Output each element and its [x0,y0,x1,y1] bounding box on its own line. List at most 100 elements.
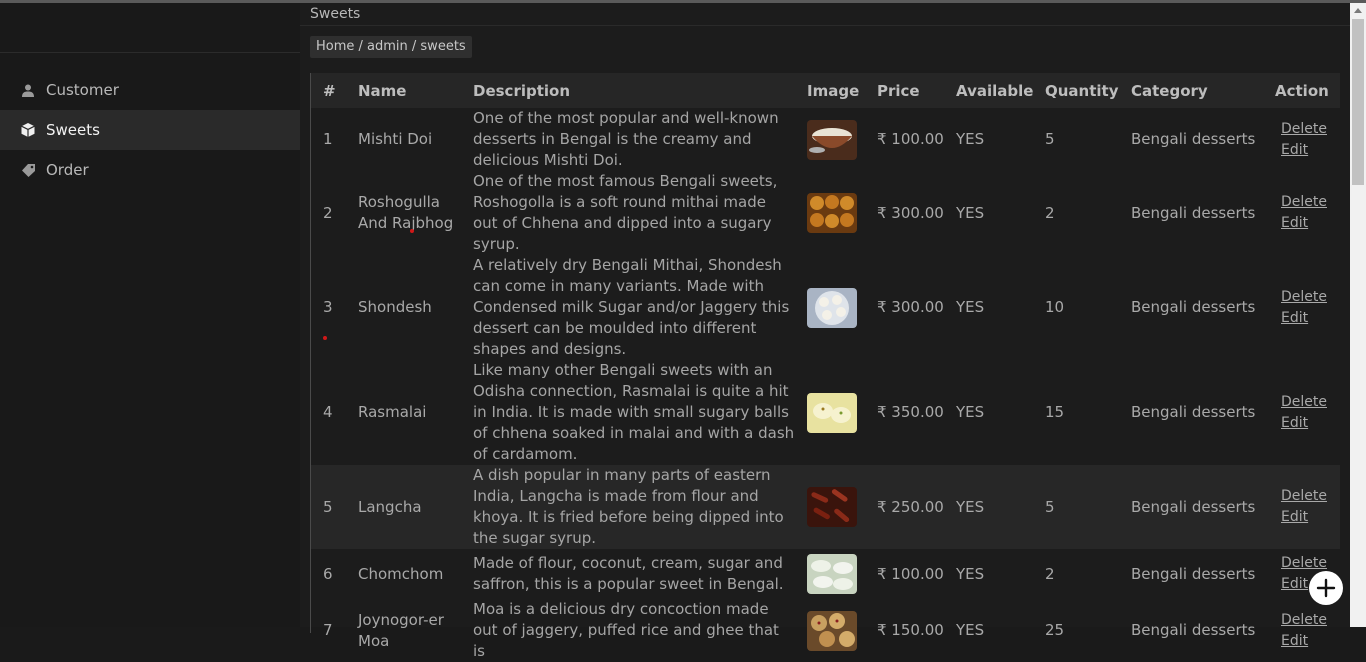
sidebar: Customer Sweets Order [0,3,300,627]
marker-dot [323,336,327,340]
cell-quantity: 2 [1045,203,1055,222]
cell-category: Bengali desserts [1131,298,1256,316]
sweets-table-container: # Name Description Image Price Available… [310,73,1340,660]
delete-link[interactable]: Delete [1281,287,1340,308]
cell-action: Delete Edit [1263,171,1340,255]
cell-available: YES [956,130,985,148]
cell-category: Bengali desserts [1131,564,1256,583]
cell-image [795,549,865,599]
edit-link[interactable]: Edit [1281,140,1340,161]
cell-image [795,599,865,662]
cell-quantity: 5 [1045,130,1055,148]
shondesh-image [807,287,857,328]
cell-name: Langcha [358,497,422,516]
sidebar-item-label: Sweets [46,121,100,139]
sidebar-item-order[interactable]: Order [0,150,300,190]
breadcrumb[interactable]: Home / admin / sweets [310,36,472,58]
edit-link[interactable]: Edit [1281,308,1340,329]
cell-available: YES [956,298,985,316]
cell-category: Bengali desserts [1131,203,1256,222]
cell-description: One of the most popular and well-known d… [473,109,779,169]
cell-name: Shondesh [358,298,432,316]
table-header-row: # Name Description Image Price Available… [311,73,1340,108]
moa-image [807,610,857,651]
cell-price: ₹ 250.00 [877,497,944,516]
table-row: 5 Langcha A dish popular in many parts o… [311,465,1340,549]
marker-dot [410,229,414,233]
delete-link[interactable]: Delete [1281,610,1340,631]
column-header-available: Available [956,81,1034,100]
delete-link[interactable]: Delete [1281,119,1340,140]
edit-link[interactable]: Edit [1281,413,1340,434]
delete-link[interactable]: Delete [1281,486,1340,507]
cell-price: ₹ 300.00 [877,298,944,316]
cell-description: Like many other Bengali sweets with an O… [473,361,795,463]
column-header-number: # [323,81,336,100]
cell-number: 7 [323,621,333,639]
column-header-price: Price [877,81,920,100]
sidebar-item-sweets[interactable]: Sweets [0,110,300,150]
cell-category: Bengali desserts [1131,130,1256,148]
cell-action: Delete Edit [1263,255,1340,360]
chomchom-image [807,554,857,594]
cell-name: Chomchom [358,564,444,583]
user-icon [21,83,35,97]
cell-action: Delete Edit [1263,465,1340,549]
plus-icon [1316,578,1336,598]
cell-description: Made of flour, coconut, cream, sugar and… [473,554,784,593]
scrollbar-thumb[interactable] [1352,19,1364,185]
cell-number: 1 [323,130,333,148]
cell-image [795,108,865,171]
column-header-name: Name [358,81,407,100]
roshogulla-image [807,193,857,233]
add-sweet-button[interactable] [1309,571,1343,605]
table-row: 6 Chomchom Made of flour, coconut, cream… [311,549,1340,599]
column-header-action: Action [1275,81,1329,100]
delete-link[interactable]: Delete [1281,192,1340,213]
cell-action: Delete Edit [1263,599,1340,662]
sidebar-divider [0,52,300,53]
edit-link[interactable]: Edit [1281,507,1340,528]
table-row: 4 Rasmalai Like many other Bengali sweet… [311,360,1340,465]
cell-action: Delete Edit [1263,360,1340,465]
cell-category: Bengali desserts [1131,621,1256,639]
main-content: Sweets Home / admin / sweets # Name Desc… [300,3,1350,660]
cell-description: Moa is a delicious dry concoction made o… [473,600,779,660]
column-header-category: Category [1131,81,1208,100]
sidebar-item-label: Customer [46,81,119,99]
cell-quantity: 15 [1045,403,1065,421]
table-row: 2 Roshogulla And Rajbhog One of the most… [311,171,1340,255]
edit-link[interactable]: Edit [1281,631,1340,652]
cell-image [795,360,865,465]
langcha-image [807,487,857,527]
cell-description: A dish popular in many parts of eastern … [473,466,784,547]
column-header-description: Description [473,81,571,100]
page-title: Sweets [310,6,361,22]
cell-number: 2 [323,203,333,222]
cell-quantity: 2 [1045,564,1055,583]
mishti-doi-image [807,119,857,160]
breadcrumb-text[interactable]: Home / admin / sweets [316,39,466,54]
cell-number: 6 [323,564,333,583]
cell-name: Roshogulla And Rajbhog [358,193,454,232]
cell-action: Delete Edit [1263,108,1340,171]
cell-price: ₹ 300.00 [877,203,944,222]
delete-link[interactable]: Delete [1281,392,1340,413]
cell-number: 4 [323,403,333,421]
cell-name: Mishti Doi [358,130,433,148]
rasmalai-image [807,392,857,433]
cell-category: Bengali desserts [1131,403,1256,421]
cell-available: YES [956,564,985,583]
cell-description: A relatively dry Bengali Mithai, Shondes… [473,256,790,358]
edit-link[interactable]: Edit [1281,213,1340,234]
cell-quantity: 5 [1045,497,1055,516]
cell-name: Joynogor-er Moa [358,610,444,650]
scroll-up-arrow-icon[interactable] [1354,8,1362,13]
cell-image [795,465,865,549]
sidebar-item-customer[interactable]: Customer [0,70,300,110]
vertical-scrollbar[interactable] [1350,3,1366,627]
cell-available: YES [956,403,985,421]
page-header: Sweets [300,3,1350,26]
cell-image [795,171,865,255]
cell-name: Rasmalai [358,403,427,421]
